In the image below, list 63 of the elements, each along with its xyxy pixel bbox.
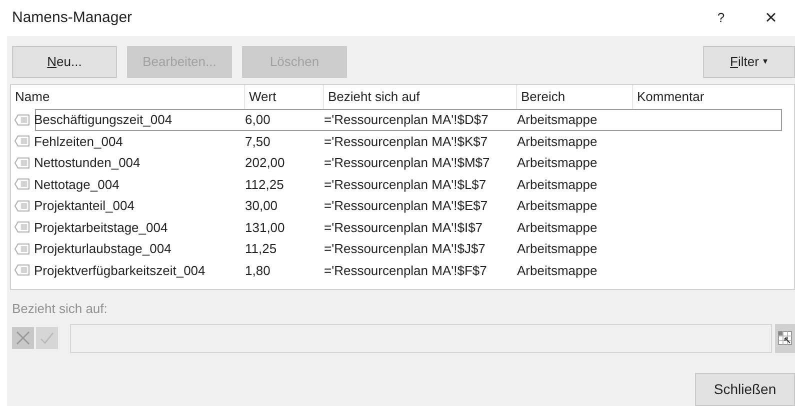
table-cell-text: Projektarbeitstage_004 (33, 218, 169, 237)
field-label: Bezieht sich auf: (12, 300, 108, 318)
table-cell-text: ='Ressourcenplan MA'!$M$7 (323, 154, 491, 172)
table-cell-text: 7,50 (244, 132, 272, 151)
filter-button[interactable]: Filter ▾ (703, 46, 795, 78)
table-row[interactable]: Fehlzeiten_004 7,50 ='Ressourcenplan MA'!$K$7 Arbeitsmappe (35, 130, 782, 152)
table-cell-text: 112,25 (244, 176, 285, 194)
column-header[interactable]: Bereich (517, 85, 633, 110)
input-field[interactable] (70, 324, 772, 353)
table-row[interactable]: Nettostunden_004 202,00 ='Ressourcenplan MA'!$M$7 Arbeitsmappe (35, 152, 782, 174)
table-cell-text: Arbeitsmappe (516, 111, 598, 130)
table-cell-text: ='Ressourcenplan MA'!$E$7 (323, 197, 489, 216)
tag-icon (14, 156, 30, 169)
confirm-icon[interactable] (36, 327, 58, 350)
table-cell-text: ='Ressourcenplan MA'!$D$7 (323, 111, 490, 130)
table-cell-text: Arbeitsmappe (516, 197, 598, 216)
table-cell-text: 131,00 (244, 218, 286, 237)
table-cell-text: 11,25 (244, 240, 278, 258)
dialog-button[interactable]: Neu... (12, 46, 117, 78)
table-cell-text: ='Ressourcenplan MA'!$F$7 (323, 262, 488, 280)
column-header[interactable]: Kommentar (633, 85, 794, 110)
tag-icon (14, 114, 30, 126)
table-cell-text: 202,00 (244, 154, 286, 172)
table-cell-text: Arbeitsmappe (516, 176, 598, 194)
table-cell-text: Arbeitsmappe (516, 240, 598, 258)
tag-icon (14, 221, 30, 234)
cancel-icon[interactable] (12, 327, 34, 350)
table-row[interactable]: Projektanteil_004 30,00 ='Ressourcenplan MA'!$E$7 Arbeitsmappe (35, 195, 782, 217)
help-button[interactable]: ? (711, 8, 731, 28)
table-cell-text: Arbeitsmappe (516, 132, 598, 151)
column-header[interactable]: Wert (245, 85, 324, 110)
tag-icon (14, 264, 30, 276)
table-cell-text: 1,80 (244, 262, 272, 280)
column-header[interactable]: Bezieht sich auf (324, 85, 517, 110)
close-dialog-button[interactable]: Schließen (695, 373, 795, 406)
range-select-icon[interactable] (775, 324, 795, 353)
tag-icon (14, 242, 30, 255)
table-cell-text: 6,00 (244, 111, 272, 130)
table-cell-text: Arbeitsmappe (516, 262, 598, 280)
table-row[interactable]: Projektverfügbarkeitszeit_004 1,80 ='Ressourcenplan MA'!$F$7 Arbeitsmappe (35, 260, 782, 282)
table-row[interactable]: Projektarbeitstage_004 131,00 ='Ressourcenplan MA'!$I$7 Arbeitsmappe (35, 216, 782, 238)
table-cell-text: ='Ressourcenplan MA'!$J$7 (323, 240, 486, 258)
table-cell-text: Nettostunden_004 (33, 154, 142, 172)
table-cell-text: Beschäftigungszeit_004 (33, 111, 174, 130)
table-cell-text: Projekturlaubstage_004 (33, 240, 172, 258)
tag-icon (14, 178, 30, 190)
table-cell-text: Projektanteil_004 (33, 197, 136, 216)
tag-icon (14, 135, 30, 148)
table-cell-text: Arbeitsmappe (516, 154, 598, 172)
column-header[interactable]: Name (11, 85, 245, 110)
table-cell-text: Nettotage_004 (33, 176, 120, 194)
table-cell-text: 30,00 (244, 197, 279, 216)
tag-icon (14, 200, 30, 212)
table-cell-text: ='Ressourcenplan MA'!$I$7 (323, 218, 484, 237)
table-cell-text: Arbeitsmappe (516, 218, 598, 237)
table-cell-text: ='Ressourcenplan MA'!$L$7 (323, 176, 488, 194)
table-cell-text: Fehlzeiten_004 (33, 132, 124, 151)
table-row[interactable]: Nettotage_004 112,25 ='Ressourcenplan MA'!$L$7 Arbeitsmappe (35, 174, 782, 196)
table-cell-text: Projektverfügbarkeitszeit_004 (33, 262, 206, 280)
close-button[interactable]: × (761, 8, 781, 28)
table-cell-text: ='Ressourcenplan MA'!$K$7 (323, 132, 489, 151)
table-row[interactable]: Projekturlaubstage_004 11,25 ='Ressourcenplan MA'!$J$7 Arbeitsmappe (35, 238, 782, 260)
window-title: Namens-Manager (12, 8, 134, 28)
